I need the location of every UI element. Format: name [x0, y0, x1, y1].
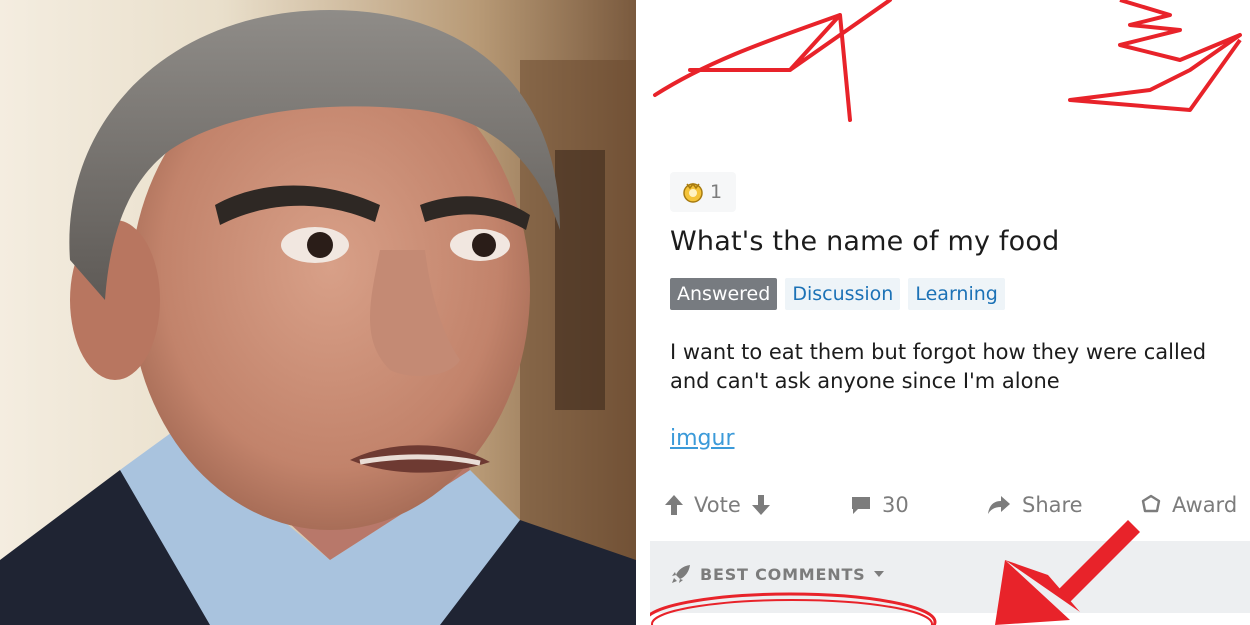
share-arrow-icon	[988, 496, 1010, 514]
comments-button[interactable]: 30	[850, 487, 909, 523]
panel-divider	[636, 0, 650, 625]
sort-label: BEST COMMENTS	[700, 564, 866, 584]
arrow-up-icon[interactable]	[664, 494, 684, 516]
vote-label: Vote	[694, 493, 741, 517]
reaction-photo	[0, 0, 636, 625]
reddit-post-card: 1 What's the name of my food Answered Di…	[650, 0, 1250, 625]
vote-control: Vote	[664, 487, 771, 523]
post-action-bar: Vote 30 Share Award	[664, 487, 1250, 523]
flair-learning[interactable]: Learning	[908, 278, 1005, 310]
sort-dropdown[interactable]: BEST COMMENTS	[670, 563, 885, 585]
give-award-button[interactable]: Award	[1140, 487, 1237, 523]
comments-sort-bar: BEST COMMENTS	[650, 541, 1250, 625]
award-outline-icon	[1141, 494, 1161, 513]
rocket-icon	[672, 565, 690, 583]
post-body: I want to eat them but forgot how they w…	[670, 340, 1207, 393]
man-portrait-illustration	[0, 0, 636, 625]
caret-down-icon	[874, 571, 885, 577]
red-scribble-censor	[653, 0, 1242, 122]
post-award-chip[interactable]: 1	[670, 172, 736, 212]
imgur-link[interactable]: imgur	[670, 426, 735, 451]
share-button[interactable]: Share	[986, 487, 1083, 523]
post-flairs: Answered Discussion Learning	[670, 278, 1005, 310]
comment-bubble-icon	[852, 497, 870, 514]
arrow-down-icon[interactable]	[751, 494, 771, 516]
award-count: 1	[710, 181, 723, 203]
flair-answered[interactable]: Answered	[670, 278, 778, 310]
comments-count: 30	[882, 493, 909, 517]
award-label: Award	[1172, 493, 1238, 517]
share-label: Share	[1022, 493, 1083, 517]
flair-discussion[interactable]: Discussion	[785, 278, 901, 310]
award-badge-icon	[683, 182, 703, 203]
top-comment-preview	[650, 613, 1250, 625]
post-title: What's the name of my food	[670, 226, 1060, 257]
